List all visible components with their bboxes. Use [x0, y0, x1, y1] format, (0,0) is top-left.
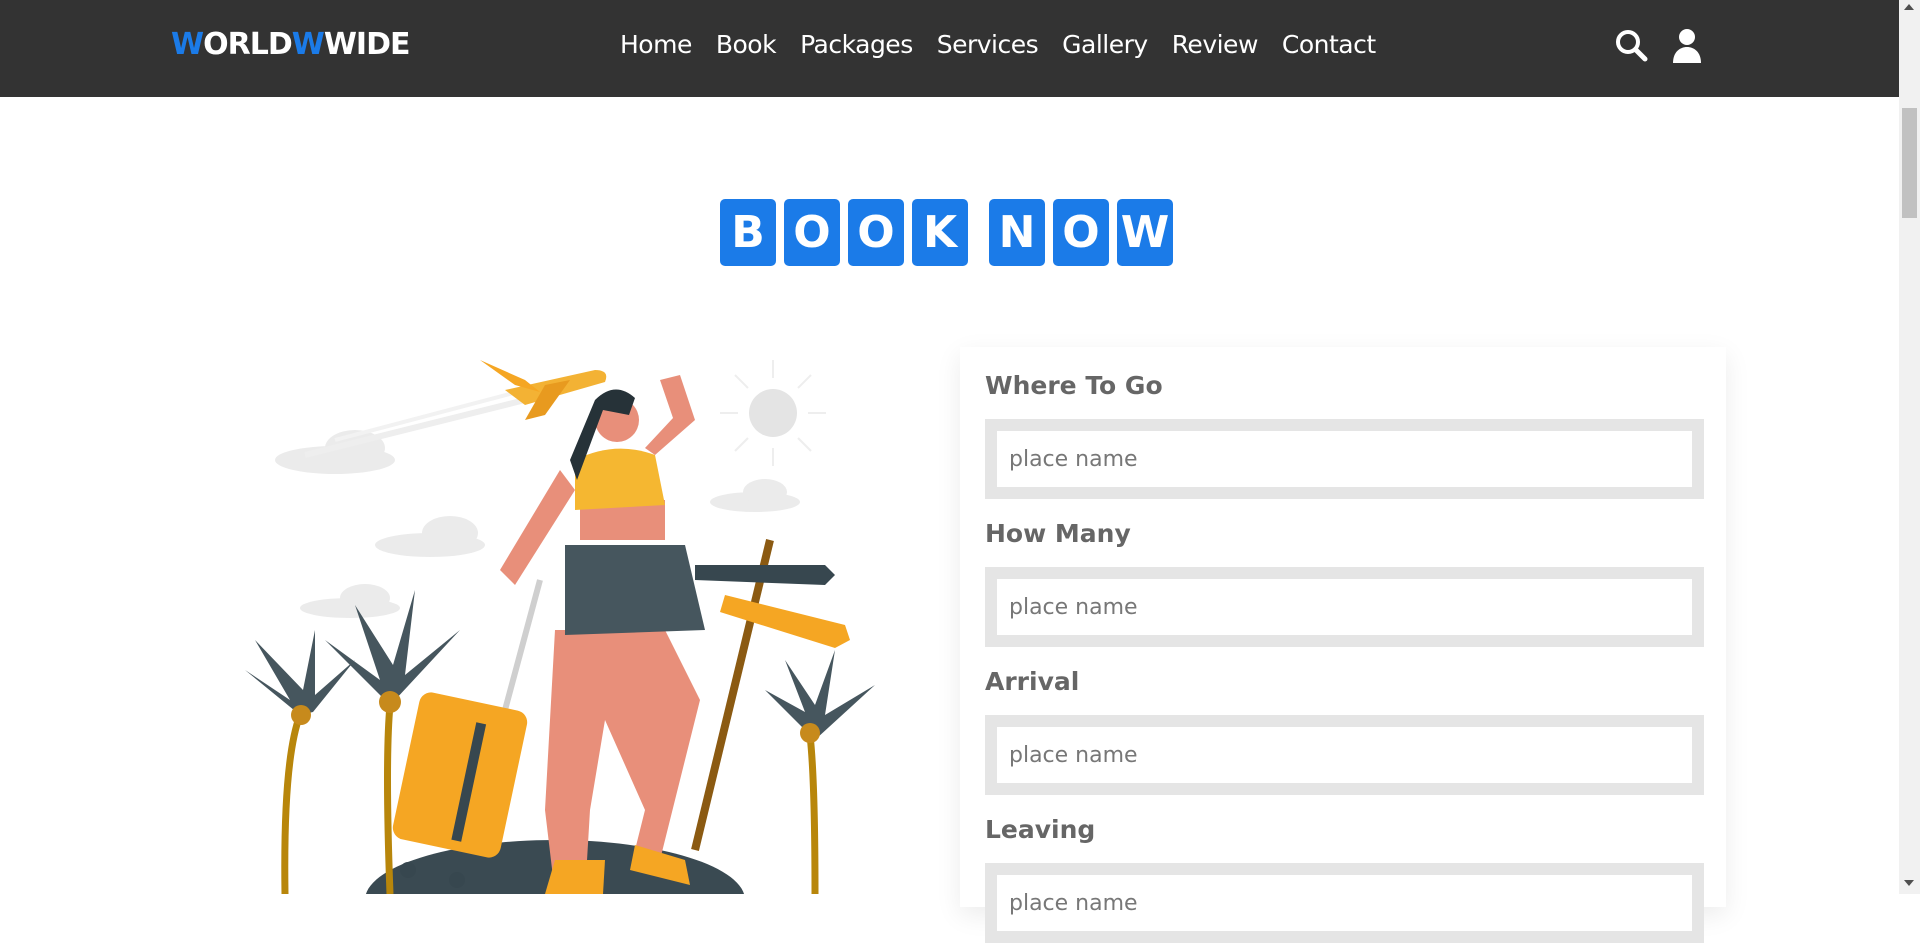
nav-home[interactable]: Home	[620, 30, 692, 59]
arrival-input[interactable]	[1009, 742, 1680, 768]
arrival-label: Arrival	[985, 667, 1080, 696]
scrollbar-thumb[interactable]	[1902, 108, 1917, 218]
heading-letter: O	[848, 199, 904, 266]
logo-text: WIDE	[323, 27, 411, 62]
traveler-woman-illustration	[500, 375, 705, 894]
header-icons	[1614, 28, 1708, 68]
booking-form: Where To Go How Many Arrival Leaving	[960, 347, 1726, 943]
heading-letter: W	[1117, 199, 1173, 266]
logo[interactable]: WORLDWWIDE	[171, 27, 411, 62]
heading-letter: O	[1053, 199, 1109, 266]
nav-gallery[interactable]: Gallery	[1062, 30, 1148, 59]
logo-text: ORLD	[203, 27, 293, 62]
heading-letter: O	[784, 199, 840, 266]
page-heading: B O O K N O W	[720, 199, 1181, 266]
arrival-field[interactable]	[985, 715, 1704, 795]
leaving-input[interactable]	[1009, 890, 1680, 916]
heading-letter: N	[989, 199, 1045, 266]
logo-accent: W	[291, 27, 325, 62]
header: WORLDWWIDE Home Book Packages Services G…	[0, 0, 1899, 97]
how-many-field[interactable]	[985, 567, 1704, 647]
scroll-down-arrow-icon[interactable]	[1904, 880, 1914, 886]
where-to-go-input[interactable]	[1009, 446, 1680, 472]
nav-review[interactable]: Review	[1172, 30, 1259, 59]
where-to-go-field[interactable]	[985, 419, 1704, 499]
main-nav: Home Book Packages Services Gallery Revi…	[620, 30, 1376, 59]
where-to-go-label: Where To Go	[985, 371, 1163, 400]
leaving-label: Leaving	[985, 815, 1096, 844]
heading-letter: B	[720, 199, 776, 266]
airplane-icon	[480, 360, 607, 420]
how-many-label: How Many	[985, 519, 1131, 548]
leaving-field[interactable]	[985, 863, 1704, 943]
travel-illustration	[225, 340, 905, 943]
heading-letter: K	[912, 199, 968, 266]
how-many-input[interactable]	[1009, 594, 1680, 620]
scroll-up-arrow-icon[interactable]	[1904, 4, 1914, 10]
heading-space	[976, 199, 989, 266]
search-icon[interactable]	[1614, 28, 1650, 68]
nav-book[interactable]: Book	[716, 30, 777, 59]
nav-packages[interactable]: Packages	[800, 30, 913, 59]
logo-accent: W	[171, 27, 204, 62]
user-icon[interactable]	[1672, 28, 1708, 68]
nav-contact[interactable]: Contact	[1282, 30, 1376, 59]
sun-icon	[749, 389, 797, 437]
nav-services[interactable]: Services	[937, 30, 1039, 59]
